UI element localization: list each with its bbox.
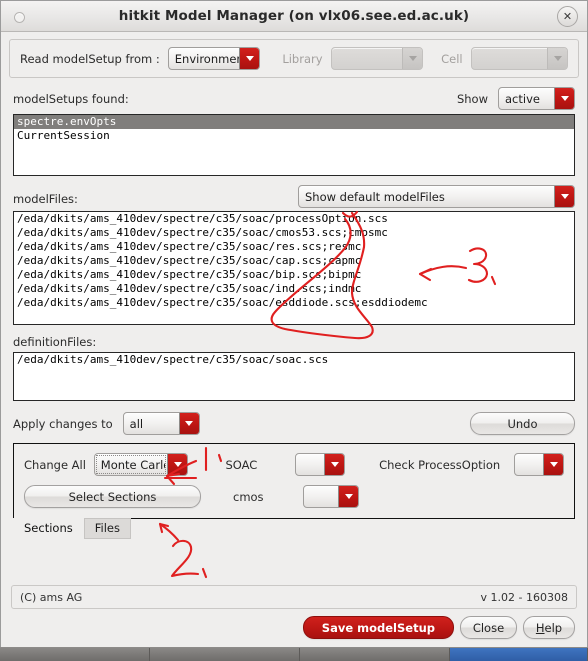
tab-bar: Sections Files xyxy=(13,518,575,539)
show-label: Show xyxy=(456,91,488,106)
change-all-value: Monte Carlo xyxy=(95,455,167,474)
cell-label: Cell xyxy=(441,51,463,66)
modelfiles-filter-select[interactable]: Show default modelFiles xyxy=(298,185,575,208)
list-item[interactable]: /eda/dkits/ams_410dev/spectre/c35/soac/e… xyxy=(14,296,574,310)
title-bar: hitkit Model Manager (on vlx06.see.ed.ac… xyxy=(1,1,587,32)
list-item[interactable]: /eda/dkits/ams_410dev/spectre/c35/soac/p… xyxy=(14,212,574,226)
modelfiles-header: modelFiles: Show default modelFiles xyxy=(13,185,575,208)
action-button-row: Save modelSetup Close Help xyxy=(13,616,575,639)
chevron-down-icon xyxy=(338,486,358,507)
soac-label: SOAC xyxy=(225,457,258,472)
sections-panel: Change All Monte Carlo SOAC Check Proces… xyxy=(13,443,575,518)
chevron-down-icon xyxy=(167,454,188,475)
library-select xyxy=(330,47,424,70)
library-label: Library xyxy=(282,51,323,66)
chevron-down-icon xyxy=(178,413,199,434)
soac-select[interactable] xyxy=(295,453,346,476)
version-label: v 1.02 - 160308 xyxy=(480,590,568,604)
list-item[interactable]: spectre.envOpts xyxy=(14,115,574,129)
cmos-select[interactable] xyxy=(303,485,359,508)
cmos-label: cmos xyxy=(233,489,264,504)
list-item[interactable]: /eda/dkits/ams_410dev/spectre/c35/soac/c… xyxy=(14,254,574,268)
window-title: hitkit Model Manager (on vlx06.see.ed.ac… xyxy=(118,8,470,24)
cmos-value xyxy=(304,486,338,507)
apply-changes-row: Apply changes to all Undo xyxy=(13,412,575,435)
show-filter-select[interactable]: active xyxy=(498,87,575,110)
check-processoption-value xyxy=(515,454,543,475)
list-item[interactable]: /eda/dkits/ams_410dev/spectre/c35/soac/b… xyxy=(14,268,574,282)
window-body: Read modelSetup from : Environment Libra… xyxy=(1,32,587,647)
modelfiles-filter-value: Show default modelFiles xyxy=(305,189,445,204)
modelsetups-found-label: modelSetups found: xyxy=(13,91,129,106)
definitionfiles-label: definitionFiles: xyxy=(13,335,97,349)
modelsetups-header: modelSetups found: Show active xyxy=(13,87,575,110)
select-sections-button[interactable]: Select Sections xyxy=(24,485,201,508)
chevron-down-icon xyxy=(543,454,563,475)
undo-button[interactable]: Undo xyxy=(470,412,575,435)
apply-changes-to-label: Apply changes to xyxy=(13,416,113,431)
save-modelsetup-button[interactable]: Save modelSetup xyxy=(302,616,454,639)
read-modelsetup-from-select[interactable]: Environment xyxy=(167,47,261,70)
list-item[interactable]: /eda/dkits/ams_410dev/spectre/c35/soac/r… xyxy=(14,240,574,254)
chevron-down-icon xyxy=(547,48,567,69)
tab-files[interactable]: Files xyxy=(83,518,131,539)
check-processoption-select[interactable] xyxy=(514,453,564,476)
desktop-taskbar xyxy=(0,647,588,661)
tab-sections[interactable]: Sections xyxy=(13,518,84,539)
status-bar: (C) ams AG v 1.02 - 160308 xyxy=(11,585,577,609)
list-item[interactable]: /eda/dkits/ams_410dev/spectre/c35/soac/s… xyxy=(14,353,574,367)
modelfiles-label: modelFiles: xyxy=(13,192,78,206)
list-item[interactable]: CurrentSession xyxy=(14,129,574,143)
change-all-select[interactable]: Monte Carlo xyxy=(93,453,189,476)
taskbar-item-active[interactable] xyxy=(450,648,588,661)
list-item[interactable]: /eda/dkits/ams_410dev/spectre/c35/soac/i… xyxy=(14,282,574,296)
chevron-down-icon xyxy=(554,88,574,109)
help-button-label-rest: elp xyxy=(544,620,563,635)
copyright-label: (C) ams AG xyxy=(20,590,83,604)
model-manager-window: hitkit Model Manager (on vlx06.see.ed.ac… xyxy=(0,0,588,648)
close-button[interactable]: Close xyxy=(460,616,517,639)
taskbar-item[interactable] xyxy=(150,648,300,661)
list-item[interactable]: /eda/dkits/ams_410dev/spectre/c35/soac/c… xyxy=(14,226,574,240)
check-processoption-label: Check ProcessOption xyxy=(379,457,501,472)
chevron-down-icon xyxy=(554,186,574,207)
modelsetups-listbox[interactable]: spectre.envOpts CurrentSession xyxy=(13,114,575,176)
modelfiles-listbox[interactable]: /eda/dkits/ams_410dev/spectre/c35/soac/p… xyxy=(13,211,575,325)
taskbar-item[interactable] xyxy=(0,648,150,661)
cell-select xyxy=(470,47,568,70)
read-modelsetup-from-value: Environment xyxy=(174,51,240,66)
change-all-label: Change All xyxy=(24,457,86,472)
read-modelsetup-from-label: Read modelSetup from : xyxy=(20,51,160,66)
taskbar-item[interactable] xyxy=(300,648,450,661)
show-filter-value: active xyxy=(505,91,540,106)
help-button[interactable]: Help xyxy=(523,616,575,639)
chevron-down-icon xyxy=(239,48,260,69)
apply-changes-to-select[interactable]: all xyxy=(122,412,200,435)
definitionfiles-listbox[interactable]: /eda/dkits/ams_410dev/spectre/c35/soac/s… xyxy=(13,352,575,401)
chevron-down-icon xyxy=(402,48,423,69)
source-panel: Read modelSetup from : Environment Libra… xyxy=(9,39,579,78)
soac-value xyxy=(296,454,324,475)
chevron-down-icon xyxy=(324,454,345,475)
cell-value xyxy=(472,48,547,69)
close-icon[interactable]: ✕ xyxy=(557,6,578,27)
window-menu-dot-icon[interactable] xyxy=(14,12,25,23)
library-value xyxy=(332,48,403,69)
apply-changes-to-value: all xyxy=(129,416,144,431)
